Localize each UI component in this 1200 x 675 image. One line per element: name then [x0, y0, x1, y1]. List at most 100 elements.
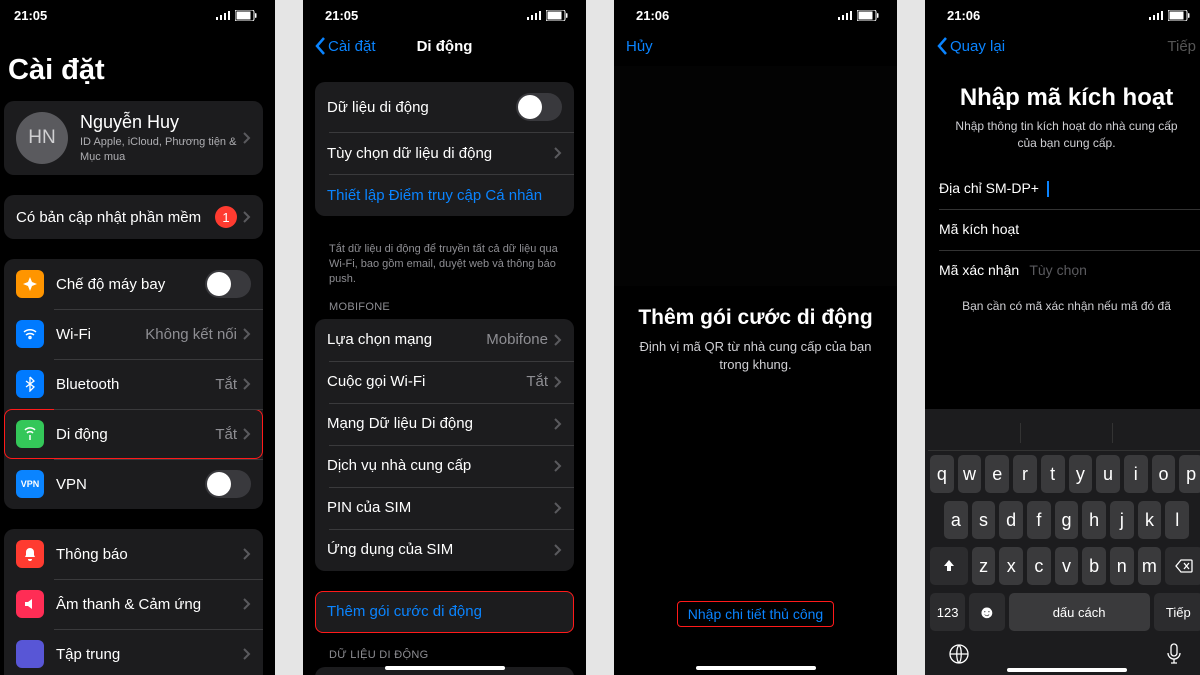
- bluetooth-icon: [16, 370, 44, 398]
- home-indicator[interactable]: [696, 666, 816, 670]
- cellular-row[interactable]: Di động Tắt: [4, 409, 263, 459]
- network-selection-row[interactable]: Lựa chọn mạng Mobifone: [315, 319, 574, 361]
- key-t[interactable]: t: [1041, 455, 1065, 493]
- space-key[interactable]: dấu cách: [1009, 593, 1150, 631]
- bell-icon: [16, 540, 44, 568]
- carrier-header: MOBIFONE: [315, 301, 574, 319]
- focus-row[interactable]: Tập trung: [4, 629, 263, 675]
- status-bar: 21:06: [925, 0, 1200, 26]
- key-s[interactable]: s: [972, 501, 996, 539]
- key-z[interactable]: z: [972, 547, 996, 585]
- shift-key[interactable]: [930, 547, 968, 585]
- wifi-row[interactable]: Wi-Fi Không kết nối: [4, 309, 263, 359]
- airplane-toggle[interactable]: [205, 270, 251, 298]
- key-u[interactable]: u: [1096, 455, 1120, 493]
- avatar: HN: [16, 112, 68, 164]
- chevron-right-icon: [554, 334, 562, 346]
- key-q[interactable]: q: [930, 455, 954, 493]
- key-a[interactable]: a: [944, 501, 968, 539]
- status-indicators: [838, 10, 879, 21]
- profile-name: Nguyễn Huy: [80, 112, 243, 133]
- cellular-data-row[interactable]: Dữ liệu di động: [315, 82, 574, 132]
- cellular-data-header: DỮ LIỆU DI ĐỘNG: [315, 649, 574, 667]
- key-y[interactable]: y: [1069, 455, 1093, 493]
- key-w[interactable]: w: [958, 455, 982, 493]
- update-badge: 1: [215, 206, 237, 228]
- antenna-icon: [16, 420, 44, 448]
- home-indicator[interactable]: [385, 666, 505, 670]
- keyboard-candidates[interactable]: [928, 415, 1200, 451]
- smdp-address-field[interactable]: Địa chỉ SM-DP+: [925, 168, 1200, 209]
- bluetooth-row[interactable]: Bluetooth Tắt: [4, 359, 263, 409]
- chevron-right-icon: [554, 418, 562, 430]
- chevron-right-icon: [243, 328, 251, 340]
- sim-pin-row[interactable]: PIN của SIM: [315, 487, 574, 529]
- back-button[interactable]: Quay lại: [937, 37, 1005, 55]
- battery-icon: [857, 10, 879, 21]
- wifi-calling-row[interactable]: Cuộc gọi Wi-Fi Tắt: [315, 361, 574, 403]
- hotspot-row[interactable]: Thiết lập Điểm truy cập Cá nhân: [315, 174, 574, 216]
- chevron-right-icon: [554, 460, 562, 472]
- airplane-mode-row[interactable]: Chế độ máy bay: [4, 259, 263, 309]
- screen-enter-activation: 21:06 Quay lại Tiếp Nhập mã kích hoạt Nh…: [925, 0, 1200, 675]
- activation-title: Nhập mã kích hoạt: [925, 84, 1200, 112]
- enter-details-manually-link[interactable]: Nhập chi tiết thủ công: [677, 601, 834, 627]
- key-p[interactable]: p: [1179, 455, 1200, 493]
- screen-settings: 21:05 Cài đặt HN Nguyễn Huy ID Apple, iC…: [0, 0, 275, 675]
- key-e[interactable]: e: [985, 455, 1009, 493]
- key-x[interactable]: x: [999, 547, 1023, 585]
- numbers-key[interactable]: 123: [930, 593, 965, 631]
- status-bar: 21:05: [0, 0, 275, 26]
- status-time: 21:05: [14, 8, 47, 23]
- key-m[interactable]: m: [1138, 547, 1162, 585]
- keyboard-next-key[interactable]: Tiếp: [1154, 593, 1200, 631]
- key-f[interactable]: f: [1027, 501, 1051, 539]
- vpn-row[interactable]: VPN VPN: [4, 459, 263, 509]
- carrier-services-row[interactable]: Dịch vụ nhà cung cấp: [315, 445, 574, 487]
- chevron-right-icon: [243, 548, 251, 560]
- emoji-key[interactable]: ☻: [969, 593, 1004, 631]
- text-cursor: [1047, 181, 1049, 197]
- sound-row[interactable]: Âm thanh & Cảm ứng: [4, 579, 263, 629]
- key-o[interactable]: o: [1152, 455, 1176, 493]
- next-button[interactable]: Tiếp: [1167, 38, 1196, 55]
- confirmation-code-field[interactable]: Mã xác nhận Tùy chọn: [925, 250, 1200, 291]
- activation-subtitle: Nhập thông tin kích hoạt do nhà cung cấp…: [925, 118, 1200, 168]
- key-c[interactable]: c: [1027, 547, 1051, 585]
- key-g[interactable]: g: [1055, 501, 1079, 539]
- key-v[interactable]: v: [1055, 547, 1079, 585]
- dictation-key[interactable]: [1161, 641, 1187, 667]
- key-r[interactable]: r: [1013, 455, 1037, 493]
- key-i[interactable]: i: [1124, 455, 1148, 493]
- globe-key[interactable]: [946, 641, 972, 667]
- data-options-row[interactable]: Tùy chọn dữ liệu di động: [315, 132, 574, 174]
- vpn-toggle[interactable]: [205, 470, 251, 498]
- signal-icon: [1149, 10, 1164, 20]
- sim-apps-row[interactable]: Ứng dụng của SIM: [315, 529, 574, 571]
- page-title: Cài đặt: [4, 26, 263, 101]
- status-bar: 21:05: [303, 0, 586, 26]
- profile-row[interactable]: HN Nguyễn Huy ID Apple, iCloud, Phương t…: [4, 101, 263, 175]
- key-b[interactable]: b: [1082, 547, 1106, 585]
- key-l[interactable]: l: [1165, 501, 1189, 539]
- cancel-button[interactable]: Hủy: [626, 38, 653, 55]
- home-indicator[interactable]: [1007, 668, 1127, 672]
- cellular-data-toggle[interactable]: [516, 93, 562, 121]
- software-update-row[interactable]: Có bản cập nhật phần mềm 1: [4, 195, 263, 239]
- key-d[interactable]: d: [999, 501, 1023, 539]
- key-n[interactable]: n: [1110, 547, 1134, 585]
- chevron-right-icon: [554, 147, 562, 159]
- status-time: 21:05: [325, 8, 358, 23]
- status-indicators: [1149, 10, 1190, 21]
- key-h[interactable]: h: [1082, 501, 1106, 539]
- data-network-row[interactable]: Mạng Dữ liệu Di động: [315, 403, 574, 445]
- add-cellular-plan-row[interactable]: Thêm gói cước di động: [315, 591, 574, 633]
- keyboard-row-1: qwertyuiop: [928, 451, 1200, 497]
- moon-icon: [16, 640, 44, 668]
- keyboard-row-3: zxcvbnm: [928, 543, 1200, 589]
- key-k[interactable]: k: [1138, 501, 1162, 539]
- activation-code-field[interactable]: Mã kích hoạt: [925, 209, 1200, 250]
- notifications-row[interactable]: Thông báo: [4, 529, 263, 579]
- key-j[interactable]: j: [1110, 501, 1134, 539]
- backspace-key[interactable]: [1165, 547, 1200, 585]
